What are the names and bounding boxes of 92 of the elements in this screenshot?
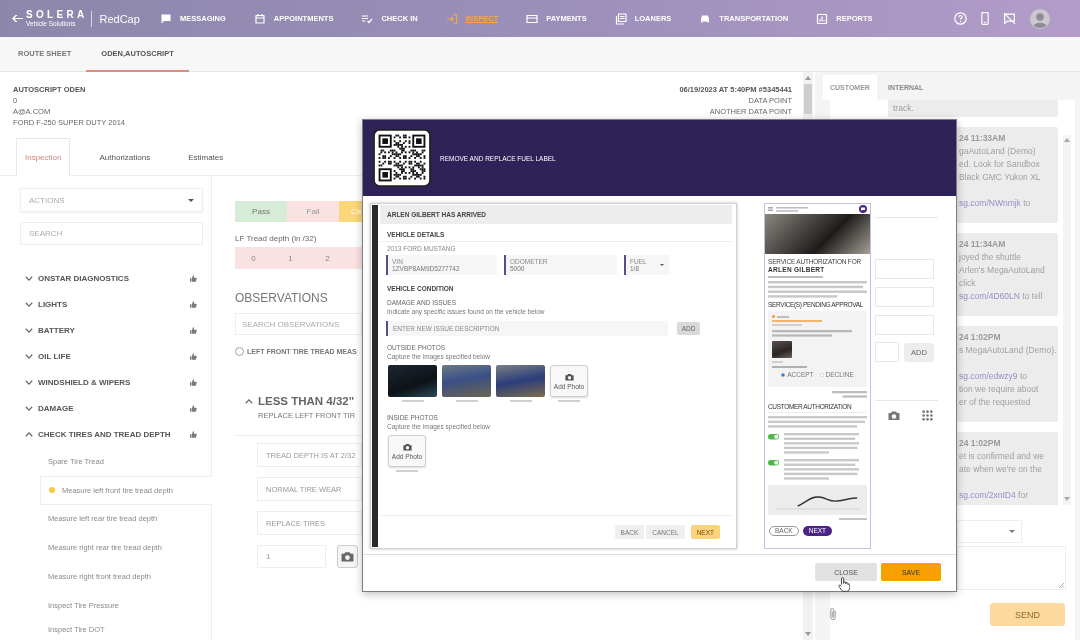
depth-option[interactable]: 0 — [235, 247, 272, 269]
thumbs-up-icon[interactable] — [190, 352, 197, 360]
message-link[interactable]: sg.com/4D60LN — [959, 291, 1020, 301]
camera-icon — [564, 372, 574, 381]
status-dot-icon — [772, 315, 775, 318]
select-field[interactable] — [957, 520, 1022, 543]
thumbs-up-icon[interactable] — [190, 430, 197, 438]
category-item[interactable]: DAMAGE — [0, 395, 211, 421]
message-link[interactable]: sg.com/NWnmjk — [959, 198, 1021, 208]
search-field[interactable]: SEARCH OBSERVATIONS — [235, 313, 362, 335]
arrow-down-icon[interactable] — [1064, 497, 1070, 501]
caret-icon[interactable] — [245, 399, 253, 404]
arrow-up-icon[interactable] — [1064, 138, 1070, 142]
category-item[interactable]: WINDSHIELD & WIPERS — [0, 369, 211, 395]
thumbs-up-icon[interactable] — [190, 404, 197, 412]
document-stack-icon — [614, 12, 627, 25]
caret-icon — [188, 198, 194, 202]
credit-card-icon — [526, 12, 539, 25]
message-time: 24 1:02PM — [959, 437, 1002, 450]
camera-icon — [341, 551, 354, 562]
scrollbar-thumb[interactable] — [804, 84, 812, 114]
thumbs-up-icon[interactable] — [190, 326, 197, 334]
result-button[interactable]: Fail — [287, 201, 339, 222]
caret-icon — [1009, 530, 1015, 533]
quantity-field[interactable]: 1 — [257, 545, 326, 568]
depth-option[interactable]: 2 — [309, 247, 346, 269]
thumbs-up-icon[interactable] — [190, 274, 197, 282]
caret-icon — [660, 264, 664, 266]
blurred-text-drawing — [832, 391, 867, 398]
grid-icon[interactable] — [922, 410, 933, 421]
field-label: LF Tread depth (in /32) — [235, 234, 318, 244]
avatar-icon[interactable] — [1030, 8, 1050, 29]
phone-icon[interactable] — [981, 12, 989, 25]
message-text: sg.com/NWnmjk to — [959, 197, 1032, 210]
message-time: 24 11:34AM — [959, 238, 1007, 251]
message-link[interactable]: sg.com/edwzy9 — [959, 371, 1018, 381]
message-text: track. — [893, 102, 915, 115]
category-item[interactable]: ONSTAR DIAGNOSTICS — [0, 265, 211, 291]
thumbs-up-icon[interactable] — [190, 300, 197, 308]
thumbs-up-icon[interactable] — [190, 378, 197, 386]
product-name: RedCap — [99, 12, 140, 25]
message-text: gaAutoLand (Demo) ed. Look for Sandbox Black GMC Yukon XL — [959, 145, 1042, 184]
chat-icon[interactable] — [859, 205, 867, 213]
help-icon[interactable] — [954, 12, 967, 25]
photo-placeholder — [496, 365, 545, 397]
inspection-tab[interactable]: Authorizations — [90, 138, 160, 175]
menu-icon[interactable] — [768, 207, 773, 211]
message-text: s MegaAutoLand (Demo). — [959, 344, 1056, 357]
resize-handle-icon[interactable] — [1059, 583, 1064, 588]
calendar-icon — [253, 12, 266, 25]
bar-chart-icon — [816, 12, 829, 25]
category-item[interactable]: CHECK TIRES AND TREAD DEPTH — [0, 421, 211, 447]
result-button[interactable]: Pass — [235, 201, 287, 222]
toggle-switch[interactable] — [768, 460, 779, 466]
message-input-field[interactable] — [957, 546, 1066, 590]
paperclip-icon[interactable] — [829, 607, 837, 622]
camera-icon[interactable] — [888, 410, 900, 421]
depth-option[interactable]: 1 — [272, 247, 309, 269]
inspection-tab[interactable]: Inspection — [16, 138, 71, 176]
category-item[interactable]: LIGHTS — [0, 291, 211, 317]
photo-placeholder — [442, 365, 491, 397]
message-text: sg.com/edwzy9 to tion we require about er of the requested — [959, 370, 1040, 409]
message-text: sg.com/2xnID4 for — [959, 489, 1029, 502]
finding-title: LESS THAN 4/32" — [258, 394, 356, 409]
chat-bubble-icon — [160, 12, 172, 25]
arrow-up-icon[interactable] — [805, 76, 811, 80]
scrollbar[interactable] — [1063, 135, 1071, 505]
search-field[interactable]: SEARCH — [20, 222, 203, 245]
brand-name: SOLERA — [26, 9, 88, 20]
message-time: 24 11:33AM — [959, 132, 1007, 145]
message-link[interactable]: sg.com/2xnID4 — [959, 490, 1016, 500]
message-text: et is confirmed and we ate when we're on the — [959, 450, 1046, 476]
qr-code-icon — [373, 129, 431, 187]
category-item[interactable]: BATTERY — [0, 317, 211, 343]
arrow-down-icon[interactable] — [805, 632, 811, 636]
message-time: 24 1:02PM — [959, 331, 1002, 344]
section-title: OBSERVATIONS — [235, 290, 329, 306]
camera-button[interactable] — [337, 545, 358, 568]
category-item[interactable]: OIL LIFE — [0, 343, 211, 369]
photo-placeholder — [772, 341, 792, 358]
blurred-text-drawing — [777, 315, 789, 318]
toggle-switch[interactable] — [768, 434, 779, 440]
arrow-into-box-icon — [445, 12, 458, 25]
logo-arrows-icon — [12, 15, 23, 22]
camera-icon — [402, 442, 412, 451]
chat-off-icon[interactable] — [1003, 12, 1016, 25]
inspection-tab[interactable]: Estimates — [179, 138, 233, 175]
actions-dropdown[interactable]: ACTIONS — [20, 188, 203, 212]
photo-placeholder — [388, 365, 437, 397]
status-dot-icon — [49, 487, 55, 494]
checklist-icon — [361, 12, 374, 25]
message-text: joyed the shuttle Arlen's MegaAutoLand click sg.com/4D60LN to tell — [959, 251, 1046, 303]
